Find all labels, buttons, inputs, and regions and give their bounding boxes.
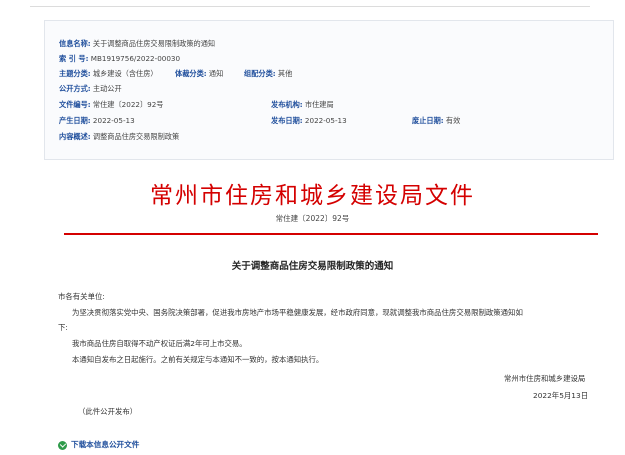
meta-row-dates: 产生日期: 2022-05-13 发布日期: 2022-05-13 废止日期: … <box>59 114 599 128</box>
created-date-label: 产生日期: <box>59 116 91 125</box>
org-category-label: 组配分类: <box>244 69 276 78</box>
red-divider <box>64 233 598 235</box>
public-release-note: （此件公开发布） <box>78 407 138 416</box>
meta-row-info-name: 信息名称: 关于调整商品住房交易限制政策的通知 <box>59 37 215 51</box>
top-divider <box>30 6 590 7</box>
issuer-value: 市住建局 <box>304 100 334 109</box>
created-date-value: 2022-05-13 <box>92 116 135 125</box>
open-mode-label: 公开方式: <box>59 84 91 93</box>
download-check-icon <box>58 441 67 450</box>
paragraph-3: 本通知自发布之日起施行。之前有关规定与本通知不一致的，按本通知执行。 <box>72 355 324 364</box>
meta-row-categories: 主题分类: 城乡建设（含住房） 体裁分类: 通知 组配分类: 其他 <box>59 67 599 81</box>
paragraph-1-line-2: 下: <box>58 323 68 332</box>
genre-value: 通知 <box>208 69 224 78</box>
index-value: MB1919756/2022-00030 <box>90 54 181 63</box>
sign-date: 2022年5月13日 <box>533 391 589 400</box>
expire-date-value: 有效 <box>445 116 461 125</box>
issuer-label: 发布机构: <box>271 100 303 109</box>
meta-row-open-mode: 公开方式: 主动公开 <box>59 82 122 96</box>
salutation: 市各有关单位: <box>58 292 105 301</box>
signer: 常州市住房和城乡建设局 <box>504 374 586 383</box>
genre-label: 体裁分类: <box>175 69 207 78</box>
summary-value: 调整商品住房交易限制政策 <box>92 132 180 141</box>
download-link[interactable]: 下载本信息公开文件 <box>71 439 139 450</box>
meta-row-docno-issuer: 文件编号: 常住建〔2022〕92号 发布机构: 市住建局 <box>59 98 599 112</box>
topic-value: 城乡建设（含住房） <box>92 69 158 78</box>
notice-title: 关于调整商品住房交易限制政策的通知 <box>231 261 394 272</box>
paragraph-2: 我市商品住房自取得不动产权证后满2年可上市交易。 <box>72 339 247 348</box>
info-name-label: 信息名称: <box>59 39 91 48</box>
published-date-value: 2022-05-13 <box>304 116 347 125</box>
meta-row-index: 索 引 号: MB1919756/2022-00030 <box>59 52 180 66</box>
meta-row-summary: 内容概述: 调整商品住房交易限制政策 <box>59 130 179 144</box>
document-red-header: 常州市住房和城乡建设局文件 <box>150 183 475 209</box>
org-category-value: 其他 <box>277 69 293 78</box>
doc-number-value: 常住建〔2022〕92号 <box>92 100 164 109</box>
summary-label: 内容概述: <box>59 132 91 141</box>
document-number: 常住建〔2022〕92号 <box>275 214 350 223</box>
topic-label: 主题分类: <box>59 69 91 78</box>
index-label: 索 引 号: <box>59 54 89 63</box>
open-mode-value: 主动公开 <box>92 84 122 93</box>
paragraph-1-line-1: 为坚决贯彻落实党中央、国务院决策部署，促进我市房地产市场平稳健康发展，经市政府同… <box>72 308 523 317</box>
metadata-panel: 信息名称: 关于调整商品住房交易限制政策的通知 索 引 号: MB1919756… <box>44 20 614 160</box>
info-name-value: 关于调整商品住房交易限制政策的通知 <box>92 39 216 48</box>
published-date-label: 发布日期: <box>271 116 303 125</box>
doc-number-label: 文件编号: <box>59 100 91 109</box>
expire-date-label: 废止日期: <box>412 116 444 125</box>
